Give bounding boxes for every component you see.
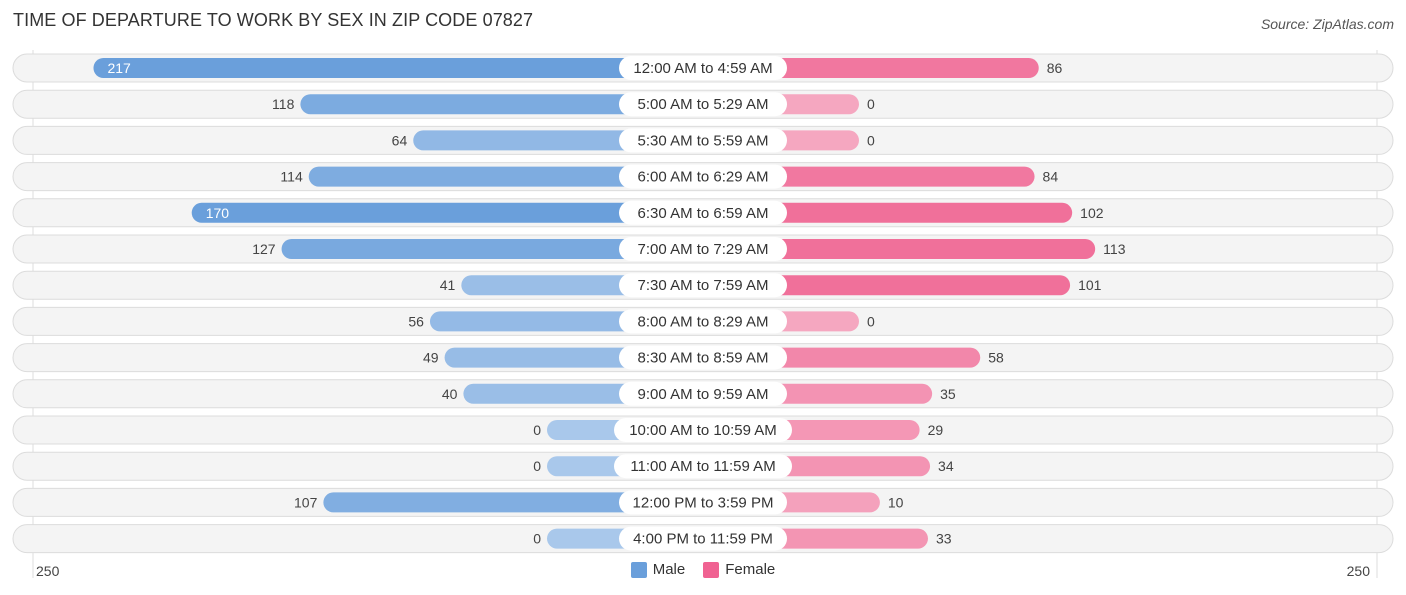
value-label-female: 34 <box>938 458 954 474</box>
value-label-female: 113 <box>1103 241 1126 257</box>
category-label: 4:00 PM to 11:59 PM <box>633 531 773 548</box>
legend-swatch-female <box>703 561 720 578</box>
value-label-female: 0 <box>867 96 875 112</box>
value-label-female: 84 <box>1043 169 1059 185</box>
legend-label-female: Female <box>725 561 776 578</box>
value-label-male: 127 <box>252 241 276 257</box>
chart-canvas: 217 86 12:00 AM to 4:59 AM 118 0 5:00 AM to 5… <box>12 50 1394 578</box>
category-label: 6:30 AM to 6:59 AM <box>638 205 769 222</box>
legend-item-female[interactable]: Female <box>703 561 775 578</box>
category-label: 9:00 AM to 9:59 AM <box>638 386 769 403</box>
value-label-male: 0 <box>533 531 541 547</box>
category-label: 5:30 AM to 5:59 AM <box>638 132 769 149</box>
value-label-female: 35 <box>940 386 956 402</box>
legend: Male Female <box>0 561 1406 578</box>
value-label-male: 217 <box>107 60 131 76</box>
value-label-male: 0 <box>533 422 541 438</box>
value-label-female: 101 <box>1078 277 1102 293</box>
category-label: 12:00 AM to 4:59 AM <box>633 60 772 77</box>
legend-swatch-male <box>630 561 647 578</box>
category-label: 8:00 AM to 8:29 AM <box>638 313 769 330</box>
value-label-male: 170 <box>206 205 230 221</box>
bar-male[interactable] <box>93 58 704 78</box>
category-label: 5:00 AM to 5:29 AM <box>638 96 769 113</box>
category-label: 7:00 AM to 7:29 AM <box>638 241 769 258</box>
value-label-female: 33 <box>936 531 952 547</box>
value-label-female: 86 <box>1047 60 1063 76</box>
category-label: 7:30 AM to 7:59 AM <box>638 277 769 294</box>
value-label-male: 41 <box>440 277 456 293</box>
category-label: 10:00 AM to 10:59 AM <box>629 422 777 439</box>
category-label: 12:00 PM to 3:59 PM <box>633 494 774 511</box>
value-label-female: 29 <box>928 422 944 438</box>
value-label-female: 0 <box>867 313 875 329</box>
value-label-male: 56 <box>408 313 424 329</box>
category-label: 11:00 AM to 11:59 AM <box>630 458 775 475</box>
value-label-male: 107 <box>294 494 318 510</box>
value-label-female: 0 <box>867 132 875 148</box>
value-label-male: 0 <box>533 458 541 474</box>
value-label-female: 10 <box>888 494 904 510</box>
value-label-male: 118 <box>272 96 295 112</box>
value-label-male: 64 <box>392 132 408 148</box>
legend-item-male[interactable]: Male <box>630 561 686 578</box>
legend-label-male: Male <box>652 561 686 578</box>
category-label: 8:30 AM to 8:59 AM <box>638 350 769 367</box>
value-label-female: 58 <box>988 350 1004 366</box>
category-label: 6:00 AM to 6:29 AM <box>638 169 769 186</box>
value-label-female: 102 <box>1080 205 1104 221</box>
value-label-male: 49 <box>423 350 439 366</box>
value-label-male: 114 <box>280 169 303 185</box>
value-label-male: 40 <box>442 386 458 402</box>
